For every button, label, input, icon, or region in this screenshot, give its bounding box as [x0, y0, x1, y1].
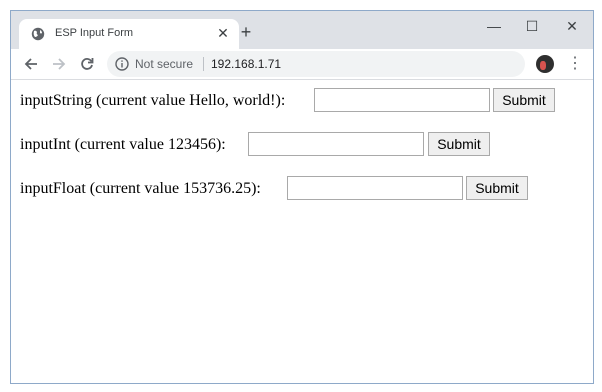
tab-strip: ESP Input Form ✕ + — ☐ ✕ — [11, 11, 593, 49]
tab-title: ESP Input Form — [55, 27, 134, 39]
inputstring-submit-button[interactable]: Submit — [493, 88, 555, 112]
address-bar[interactable]: Not secure 192.168.1.71 — [107, 51, 525, 77]
browser-window: ESP Input Form ✕ + — ☐ ✕ Not secure 192.… — [10, 10, 594, 384]
inputint-field[interactable] — [248, 132, 424, 156]
inputint-label: inputInt (current value 123456): — [20, 136, 226, 153]
minimize-button[interactable]: — — [477, 15, 511, 37]
close-tab-icon[interactable]: ✕ — [215, 25, 231, 41]
info-icon[interactable] — [115, 57, 129, 71]
profile-avatar[interactable] — [536, 55, 554, 73]
browser-toolbar: Not secure 192.168.1.71 ⋮ — [11, 49, 593, 80]
forward-arrow-icon — [53, 58, 66, 70]
globe-icon — [31, 27, 45, 41]
reload-icon — [81, 58, 94, 70]
page-content: inputString (current value Hello, world!… — [11, 80, 593, 383]
inputfloat-submit-button[interactable]: Submit — [466, 176, 528, 200]
back-button[interactable] — [21, 54, 41, 74]
forward-button[interactable] — [49, 54, 69, 74]
inputfloat-field[interactable] — [287, 176, 463, 200]
security-status[interactable]: Not secure — [135, 57, 193, 71]
inputint-submit-button[interactable]: Submit — [428, 132, 490, 156]
reload-button[interactable] — [77, 54, 97, 74]
new-tab-button[interactable]: + — [237, 23, 255, 41]
maximize-button[interactable]: ☐ — [515, 15, 549, 37]
close-window-button[interactable]: ✕ — [555, 15, 589, 37]
omnibox-divider — [203, 57, 204, 71]
inputstring-field[interactable] — [314, 88, 490, 112]
inputfloat-label: inputFloat (current value 153736.25): — [20, 180, 261, 197]
tab-esp-input-form[interactable]: ESP Input Form ✕ — [19, 19, 239, 49]
url-text[interactable]: 192.168.1.71 — [211, 57, 281, 71]
back-arrow-icon — [24, 58, 37, 70]
browser-menu-button[interactable]: ⋮ — [567, 54, 583, 74]
inputstring-label: inputString (current value Hello, world!… — [20, 92, 286, 109]
